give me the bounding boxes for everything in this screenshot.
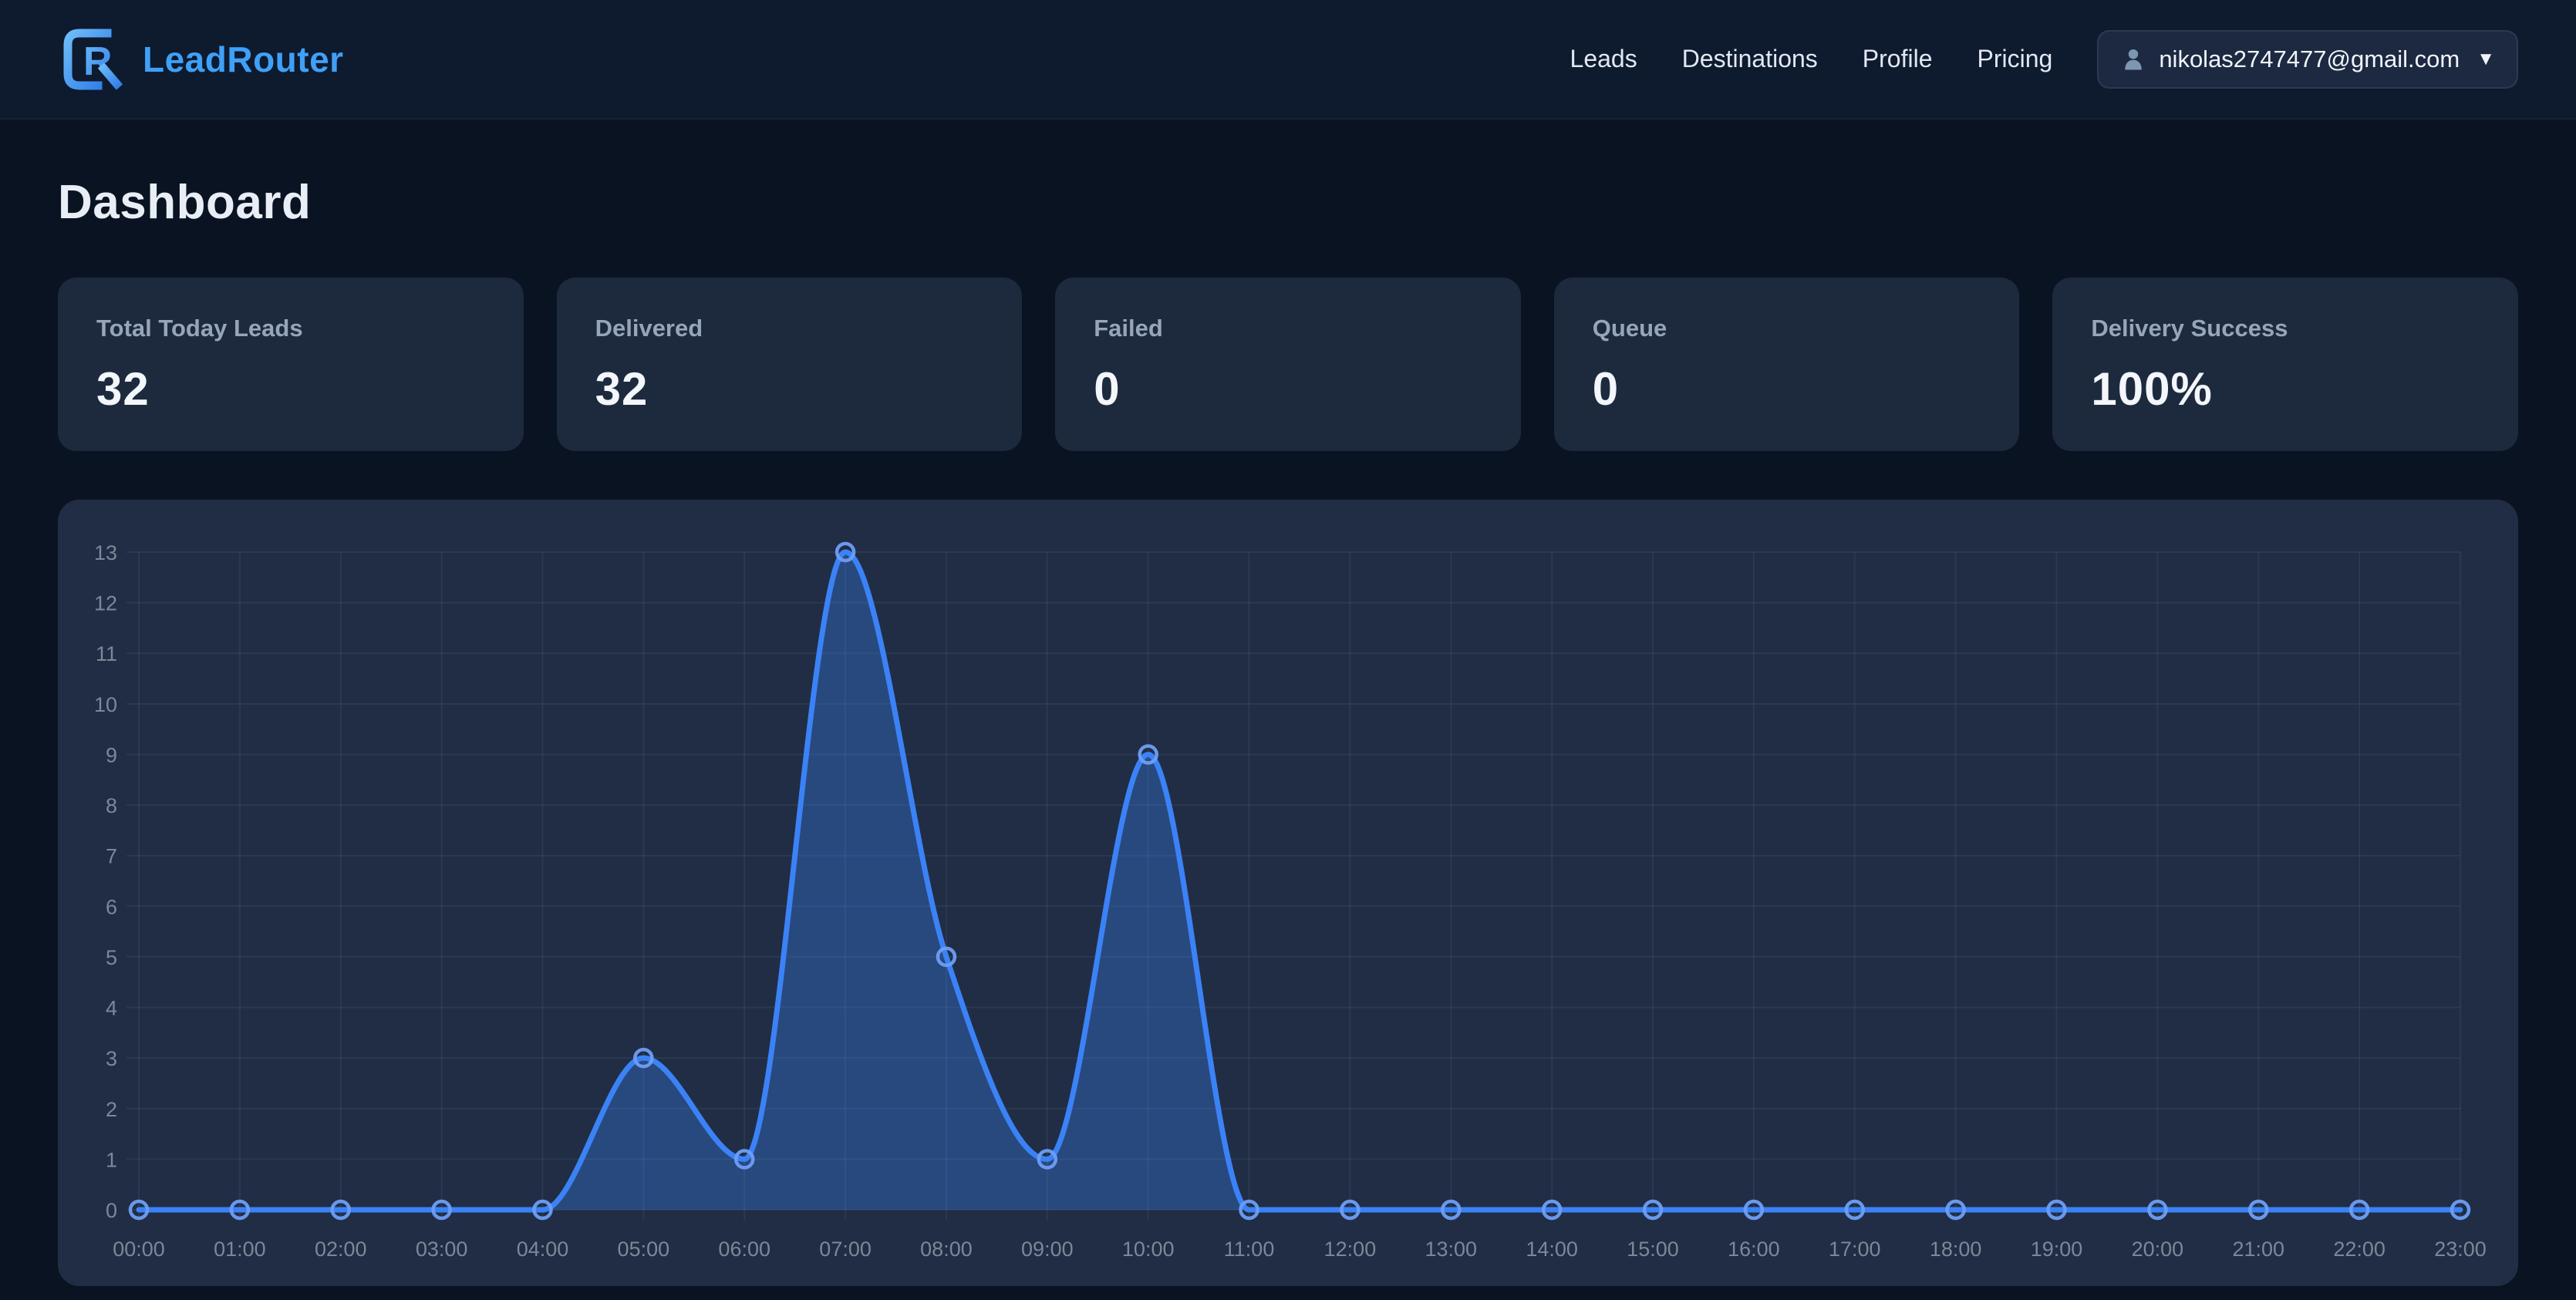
svg-text:10:00: 10:00 — [1122, 1238, 1175, 1261]
svg-text:11: 11 — [96, 642, 117, 665]
stats-row: Total Today Leads 32 Delivered 32 Failed… — [58, 278, 2518, 451]
svg-text:1: 1 — [106, 1148, 117, 1171]
stat-card-total-today-leads: Total Today Leads 32 — [58, 278, 524, 451]
primary-nav: Leads Destinations Profile Pricing nikol… — [1570, 30, 2518, 89]
svg-text:6: 6 — [106, 895, 117, 918]
svg-text:08:00: 08:00 — [920, 1238, 973, 1261]
svg-text:03:00: 03:00 — [416, 1238, 468, 1261]
svg-text:04:00: 04:00 — [517, 1238, 569, 1261]
svg-text:19:00: 19:00 — [2031, 1238, 2083, 1261]
svg-text:11:00: 11:00 — [1224, 1238, 1275, 1261]
stat-label: Total Today Leads — [96, 315, 485, 342]
page-title: Dashboard — [58, 175, 2518, 230]
stat-value: 0 — [1593, 362, 1981, 416]
nav-item-pricing[interactable]: Pricing — [1978, 45, 2053, 73]
svg-text:12: 12 — [94, 592, 117, 615]
stat-card-queue: Queue 0 — [1554, 278, 2020, 451]
brand-name: LeadRouter — [143, 39, 344, 80]
svg-text:14:00: 14:00 — [1526, 1238, 1578, 1261]
nav-item-profile[interactable]: Profile — [1863, 45, 1933, 73]
svg-text:23:00: 23:00 — [2434, 1238, 2487, 1261]
stat-card-failed: Failed 0 — [1055, 278, 1521, 451]
leads-per-hour-chart-card: 01234567891011121300:0001:0002:0003:0004… — [58, 500, 2518, 1286]
stat-value: 32 — [96, 362, 485, 416]
svg-text:4: 4 — [106, 997, 117, 1020]
svg-text:07:00: 07:00 — [819, 1238, 872, 1261]
svg-text:01:00: 01:00 — [214, 1238, 266, 1261]
svg-text:12:00: 12:00 — [1324, 1238, 1377, 1261]
leadrouter-logo-icon: R — [58, 24, 129, 95]
user-menu-button[interactable]: nikolas2747477@gmail.com ▼ — [2097, 30, 2518, 89]
svg-text:5: 5 — [106, 946, 117, 969]
svg-text:06:00: 06:00 — [718, 1238, 770, 1261]
stat-card-delivered: Delivered 32 — [557, 278, 1023, 451]
chevron-down-icon: ▼ — [2477, 49, 2495, 70]
brand[interactable]: R LeadRouter — [58, 24, 344, 95]
stat-value: 32 — [595, 362, 984, 416]
stat-value: 100% — [2091, 362, 2480, 416]
svg-text:8: 8 — [106, 794, 117, 817]
svg-text:09:00: 09:00 — [1021, 1238, 1074, 1261]
stat-label: Delivered — [595, 315, 984, 342]
svg-text:15:00: 15:00 — [1627, 1238, 1679, 1261]
stat-label: Failed — [1094, 315, 1482, 342]
svg-text:13:00: 13:00 — [1425, 1238, 1478, 1261]
stat-label: Delivery Success — [2091, 315, 2480, 342]
stat-value: 0 — [1094, 362, 1482, 416]
top-nav: R LeadRouter Leads Destinations Profile … — [0, 0, 2576, 120]
svg-text:18:00: 18:00 — [1930, 1238, 1982, 1261]
svg-text:00:00: 00:00 — [113, 1238, 165, 1261]
svg-text:20:00: 20:00 — [2132, 1238, 2184, 1261]
svg-text:2: 2 — [106, 1098, 117, 1121]
svg-text:9: 9 — [106, 743, 117, 766]
svg-text:05:00: 05:00 — [618, 1238, 670, 1261]
svg-text:10: 10 — [94, 693, 117, 716]
svg-text:3: 3 — [106, 1047, 117, 1070]
svg-text:13: 13 — [94, 541, 117, 564]
stat-card-delivery-success: Delivery Success 100% — [2052, 278, 2518, 451]
user-email: nikolas2747477@gmail.com — [2159, 45, 2460, 73]
stat-label: Queue — [1593, 315, 1981, 342]
svg-text:17:00: 17:00 — [1829, 1238, 1881, 1261]
svg-text:0: 0 — [106, 1199, 117, 1222]
svg-text:22:00: 22:00 — [2333, 1238, 2385, 1261]
svg-text:02:00: 02:00 — [315, 1238, 367, 1261]
leads-per-hour-chart: 01234567891011121300:0001:0002:0003:0004… — [58, 500, 2518, 1286]
dashboard-main: Dashboard Total Today Leads 32 Delivered… — [0, 175, 2576, 1286]
svg-text:7: 7 — [106, 845, 117, 868]
svg-text:21:00: 21:00 — [2232, 1238, 2284, 1261]
user-icon — [2120, 46, 2146, 72]
nav-item-destinations[interactable]: Destinations — [1682, 45, 1818, 73]
svg-text:16:00: 16:00 — [1728, 1238, 1780, 1261]
nav-item-leads[interactable]: Leads — [1570, 45, 1637, 73]
